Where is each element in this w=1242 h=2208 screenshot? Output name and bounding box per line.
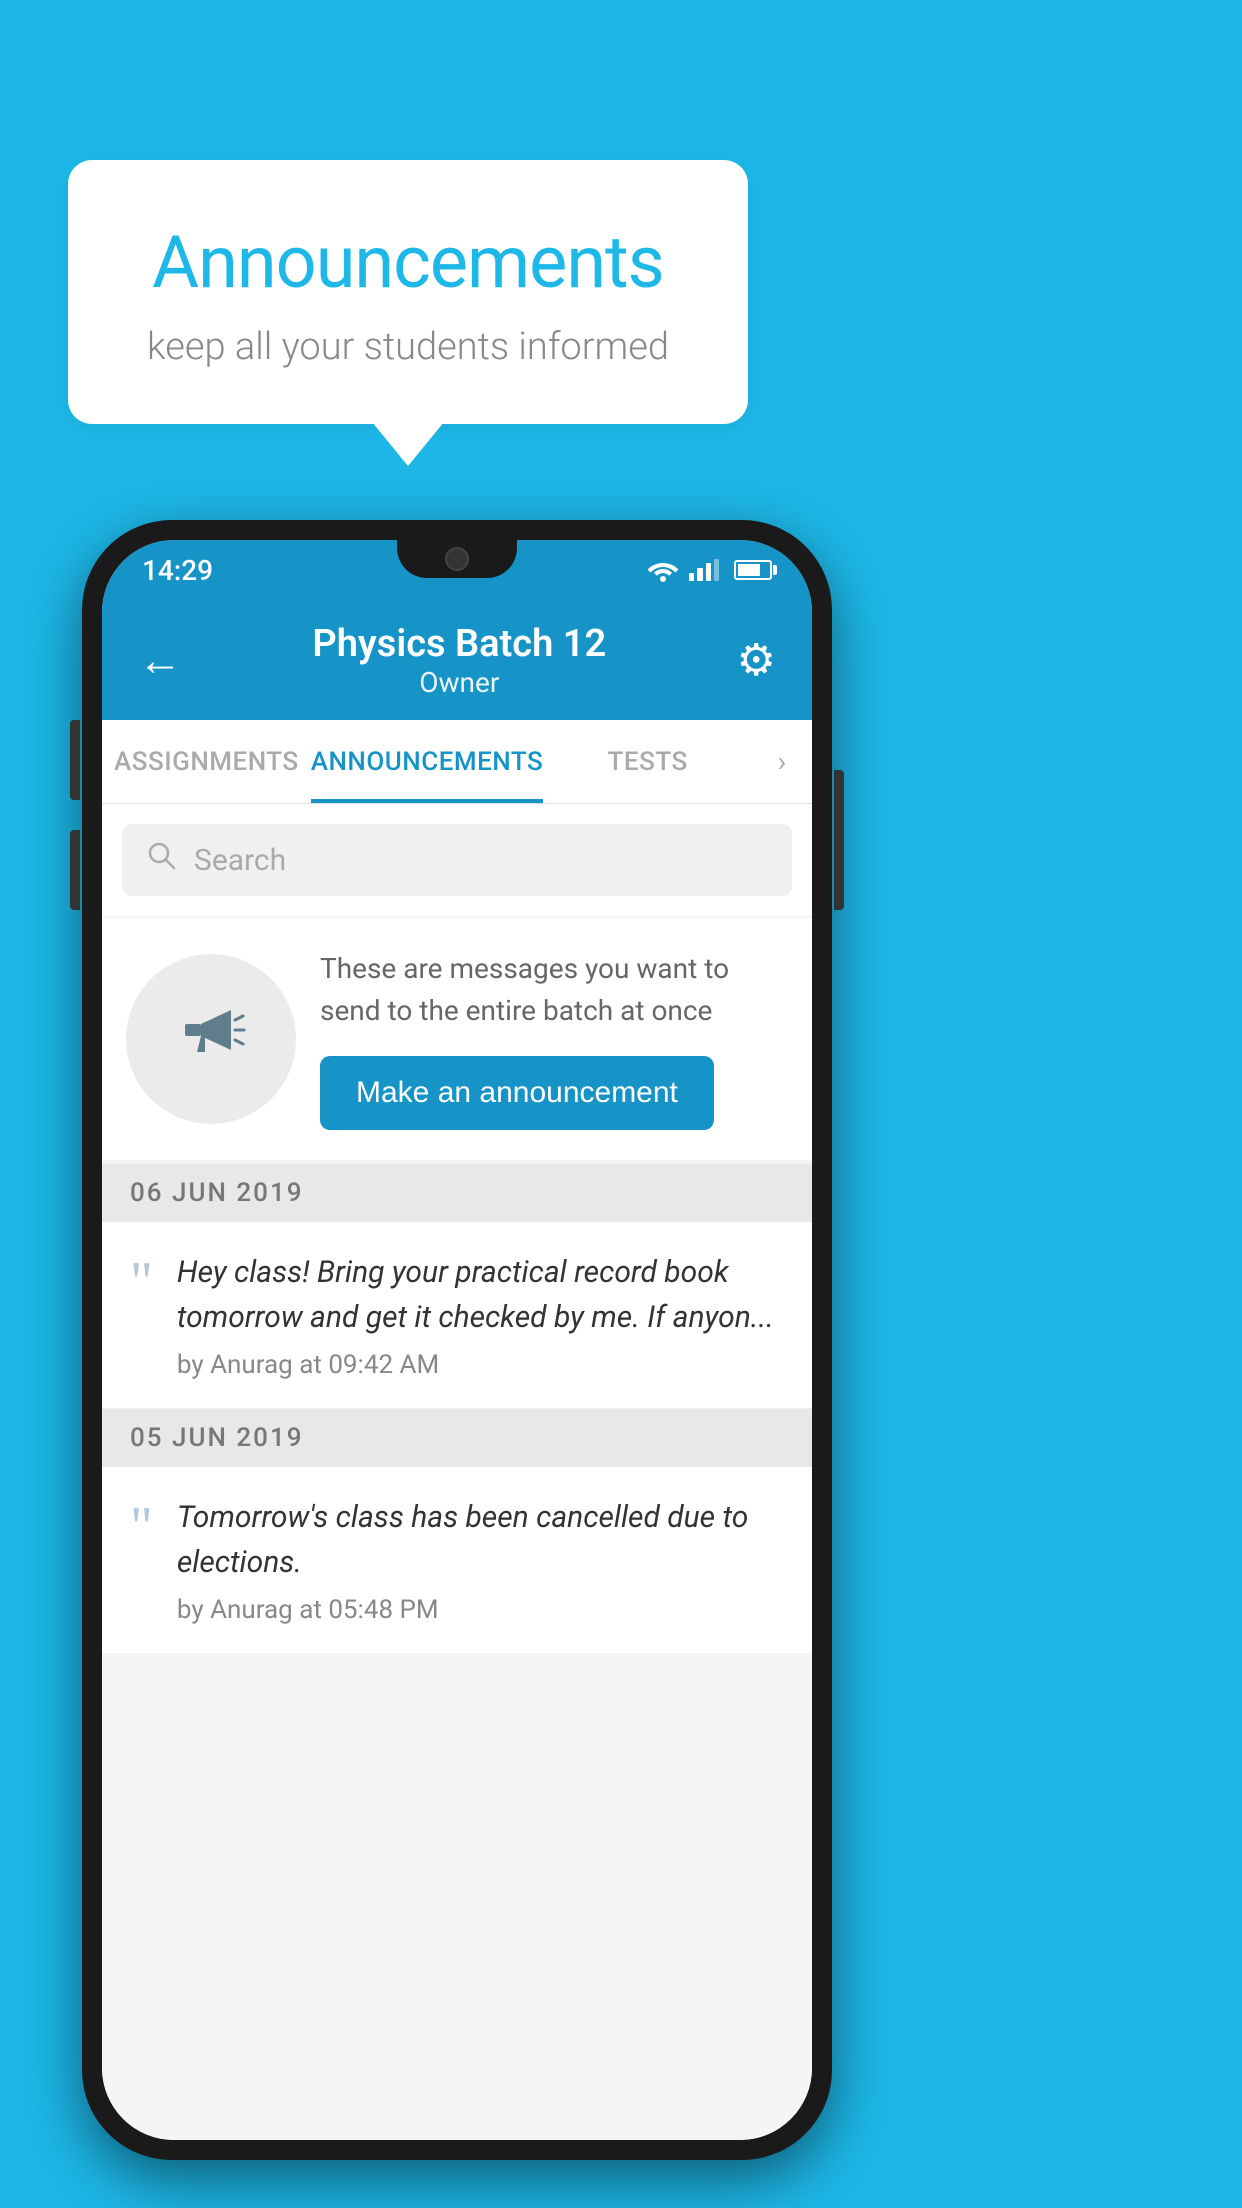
side-button-left-bottom	[70, 830, 80, 910]
tab-tests[interactable]: TESTS	[543, 720, 752, 803]
quote-icon-2: "	[130, 1495, 153, 1550]
tab-announcements[interactable]: ANNOUNCEMENTS	[311, 720, 544, 803]
search-placeholder: Search	[194, 843, 286, 878]
side-button-left-top	[70, 720, 80, 800]
bubble-title: Announcements	[118, 220, 698, 305]
announcement-content-1: Hey class! Bring your practical record b…	[177, 1250, 784, 1380]
phone-notch	[397, 540, 517, 578]
date-divider-2: 05 JUN 2019	[102, 1409, 812, 1467]
announcement-item-2[interactable]: " Tomorrow's class has been cancelled du…	[102, 1467, 812, 1654]
announcement-meta-1: by Anurag at 09:42 AM	[177, 1350, 784, 1380]
phone-outer: 14:29	[82, 520, 832, 2160]
search-icon	[146, 840, 178, 881]
quote-icon-1: "	[130, 1250, 153, 1305]
status-time: 14:29	[142, 554, 213, 587]
settings-icon[interactable]: ⚙	[737, 634, 776, 686]
make-announcement-button[interactable]: Make an announcement	[320, 1056, 714, 1130]
tab-more[interactable]: ›	[752, 720, 812, 803]
battery-fill	[738, 564, 760, 576]
search-container: Search	[102, 804, 812, 916]
megaphone-circle	[126, 954, 296, 1124]
phone-screen: 14:29	[102, 540, 812, 2140]
announcement-item-1[interactable]: " Hey class! Bring your practical record…	[102, 1222, 812, 1409]
announcement-meta-2: by Anurag at 05:48 PM	[177, 1595, 784, 1625]
app-header: ← Physics Batch 12 Owner ⚙	[102, 600, 812, 720]
announcement-content-2: Tomorrow's class has been cancelled due …	[177, 1495, 784, 1625]
signal-icon	[689, 559, 719, 581]
tabs-container: ASSIGNMENTS ANNOUNCEMENTS TESTS ›	[102, 720, 812, 804]
promo-description: These are messages you want to send to t…	[320, 948, 788, 1032]
promo-right: These are messages you want to send to t…	[320, 948, 788, 1130]
back-button[interactable]: ←	[138, 634, 182, 686]
tab-assignments[interactable]: ASSIGNMENTS	[102, 720, 311, 803]
announcement-text-2: Tomorrow's class has been cancelled due …	[177, 1495, 784, 1585]
header-title-group: Physics Batch 12 Owner	[312, 622, 606, 699]
announcement-promo: These are messages you want to send to t…	[102, 918, 812, 1160]
date-divider-1: 06 JUN 2019	[102, 1164, 812, 1222]
announcement-text-1: Hey class! Bring your practical record b…	[177, 1250, 784, 1340]
side-button-right	[834, 770, 844, 910]
owner-label: Owner	[312, 666, 606, 699]
phone-wrapper: 14:29	[82, 520, 832, 2160]
wifi-icon	[647, 558, 679, 582]
batch-name: Physics Batch 12	[312, 622, 606, 666]
speech-bubble-container: Announcements keep all your students inf…	[68, 160, 748, 424]
battery-icon	[734, 560, 772, 580]
status-icons	[647, 558, 772, 582]
speech-bubble: Announcements keep all your students inf…	[68, 160, 748, 424]
bubble-subtitle: keep all your students informed	[118, 325, 698, 369]
megaphone-icon	[171, 990, 251, 1088]
phone-camera	[445, 547, 469, 571]
search-box[interactable]: Search	[122, 824, 792, 896]
content-area: Search	[102, 804, 812, 2140]
